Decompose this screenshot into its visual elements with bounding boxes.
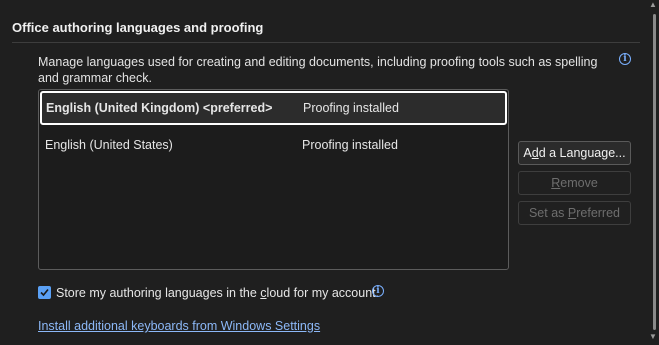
language-row-en-us[interactable]: English (United States) Proofing install…	[40, 128, 507, 162]
add-language-button[interactable]: Add a Language...	[518, 141, 631, 165]
language-name: English (United States)	[45, 138, 173, 152]
cloud-store-label[interactable]: Store my authoring languages in the clou…	[56, 286, 379, 300]
checkmark-icon	[40, 288, 49, 297]
proofing-status: Proofing installed	[303, 101, 399, 115]
language-list[interactable]: English (United Kingdom) <preferred> Pro…	[38, 89, 509, 270]
install-keyboards-link[interactable]: Install additional keyboards from Window…	[38, 319, 320, 333]
divider	[12, 42, 640, 43]
cloud-store-checkbox[interactable]	[38, 286, 51, 299]
info-icon[interactable]: i	[372, 285, 384, 297]
scrollbar-thumb[interactable]	[653, 14, 656, 330]
section-title: Office authoring languages and proofing	[12, 20, 264, 35]
scroll-down-arrow-icon[interactable]: ▼	[649, 332, 657, 341]
scroll-up-arrow-icon[interactable]: ▲	[649, 0, 657, 9]
section-description: Manage languages used for creating and e…	[38, 55, 598, 85]
remove-button[interactable]: Remove	[518, 171, 631, 195]
info-icon[interactable]: i	[619, 53, 631, 65]
language-name: English (United Kingdom) <preferred>	[46, 101, 273, 115]
vertical-scrollbar[interactable]: ▲ ▼	[648, 0, 659, 345]
set-as-preferred-button[interactable]: Set as Preferred	[518, 201, 631, 225]
language-row-en-gb[interactable]: English (United Kingdom) <preferred> Pro…	[40, 91, 507, 125]
proofing-status: Proofing installed	[302, 138, 398, 152]
